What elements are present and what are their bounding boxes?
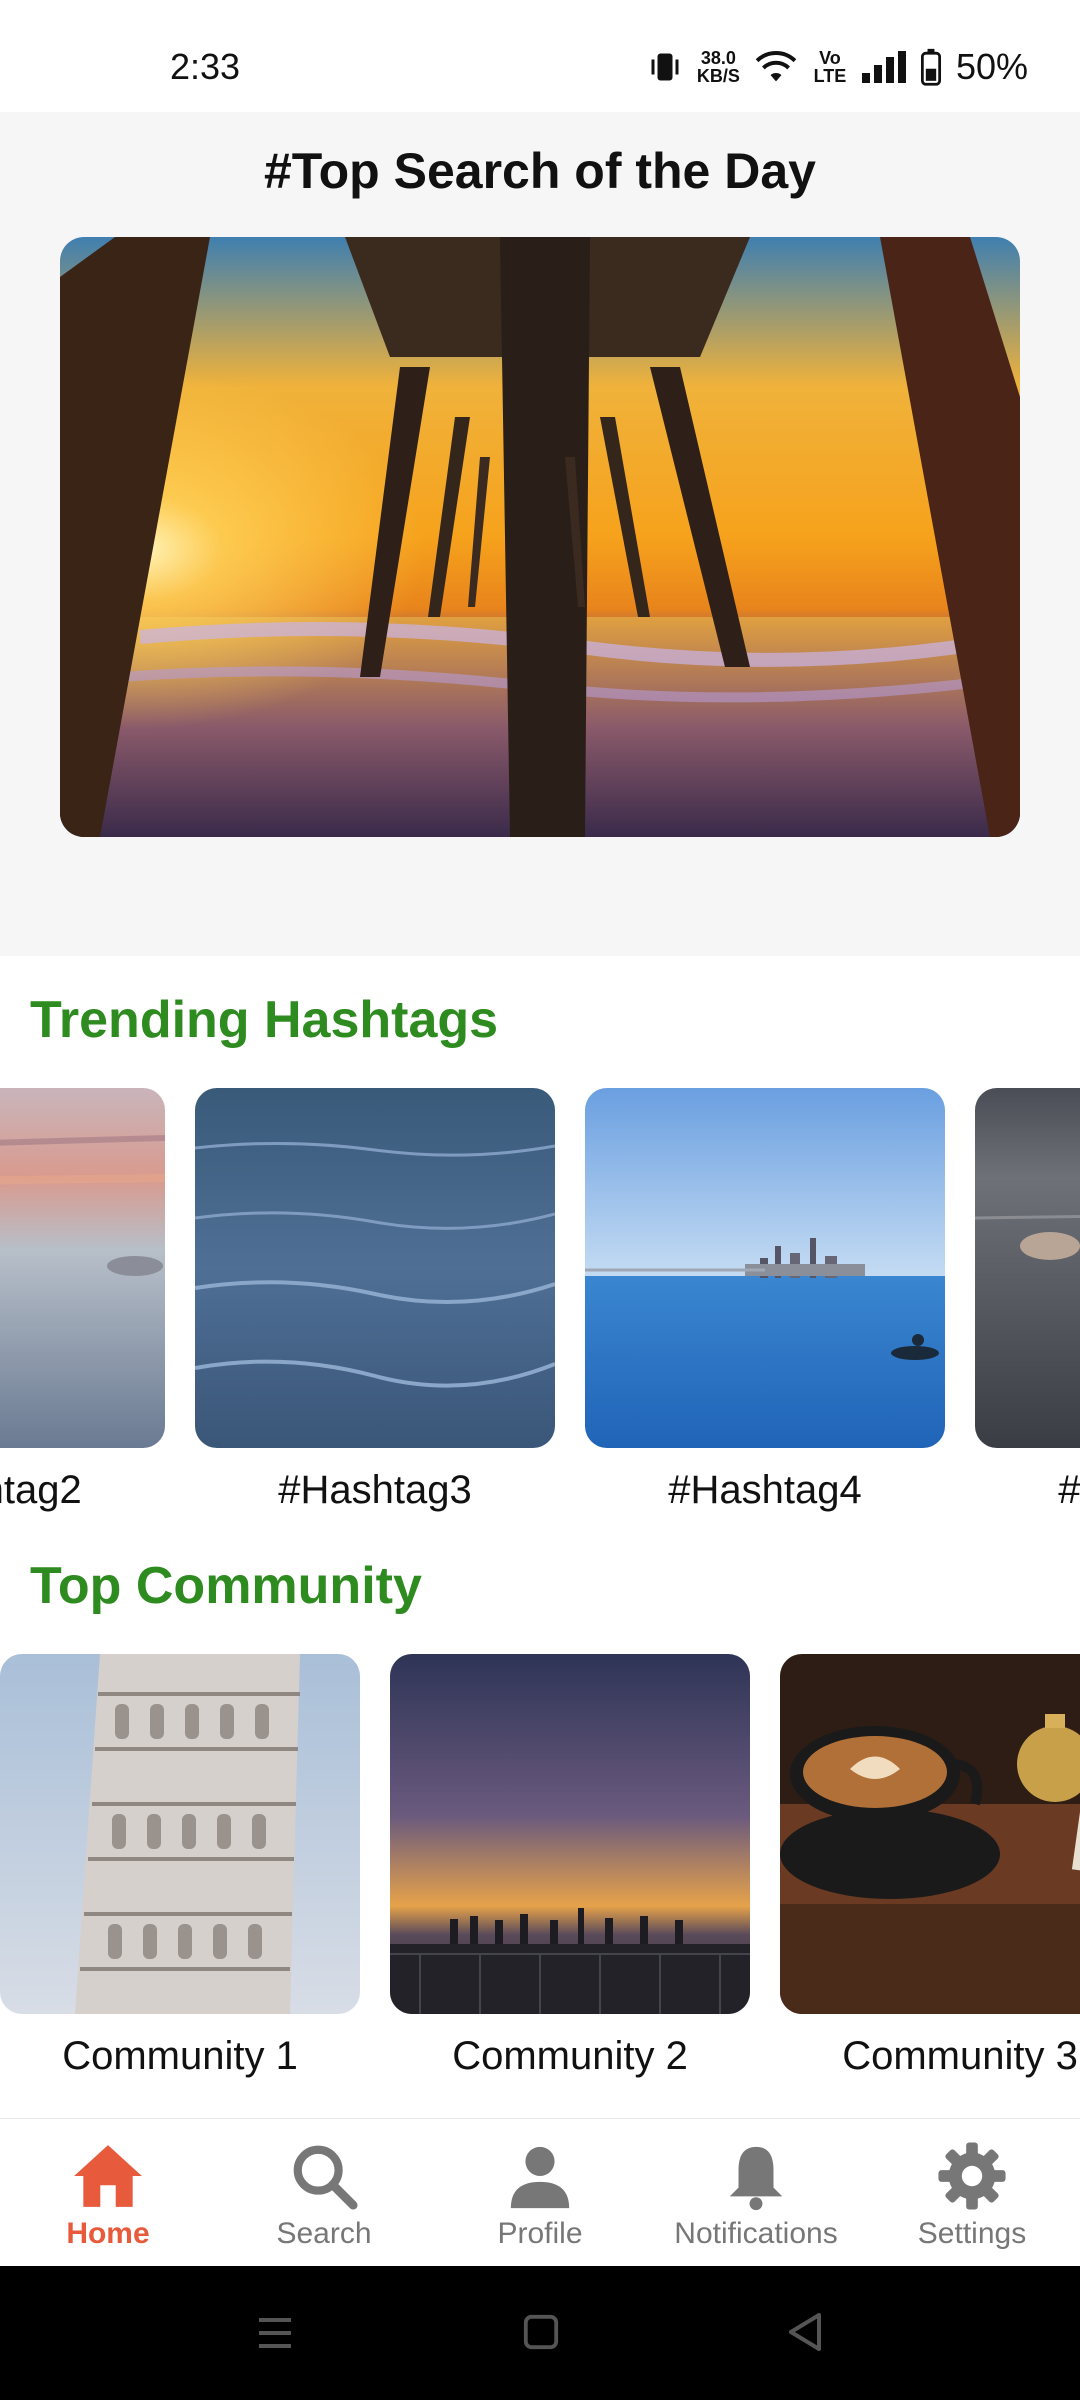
community-label: Community 2 bbox=[452, 2034, 688, 2078]
community-label: Community 3 bbox=[842, 2034, 1078, 2078]
back-icon[interactable] bbox=[785, 2311, 825, 2353]
gear-icon bbox=[938, 2142, 1006, 2210]
nav-profile[interactable]: Profile bbox=[432, 2119, 648, 2267]
battery-percent: 50% bbox=[955, 46, 1028, 87]
community-card[interactable]: Community 3 bbox=[780, 1654, 1080, 2079]
community-heading: Top Community bbox=[30, 1557, 422, 1615]
status-icons: 38.0 KB/S Vo LTE 50% bbox=[647, 46, 1028, 88]
profile-icon bbox=[510, 2146, 570, 2209]
trending-carousel[interactable]: #Hashtag2 #Hashtag3 #Hashtag4 #Hashtag5 bbox=[0, 1088, 1080, 1528]
status-time: 2:33 bbox=[170, 46, 241, 87]
nav-label: Home bbox=[66, 2217, 150, 2250]
nav-label: Notifications bbox=[674, 2217, 838, 2250]
home-square-icon[interactable] bbox=[522, 2313, 560, 2351]
nav-notifications[interactable]: Notifications bbox=[648, 2119, 864, 2267]
battery-icon bbox=[920, 48, 941, 86]
bottom-nav: Home Search Profile Notifications Settin… bbox=[0, 2118, 1080, 2267]
nav-label: Settings bbox=[917, 2217, 1027, 2250]
community-card[interactable]: Community 2 bbox=[390, 1654, 750, 2079]
status-bar: 2:33 38.0 KB/S Vo LTE 50% bbox=[0, 0, 1080, 112]
nav-label: Profile bbox=[497, 2217, 583, 2250]
home-icon bbox=[74, 2145, 142, 2207]
hashtag-card[interactable]: #Hashtag5 bbox=[975, 1088, 1080, 1513]
community-image bbox=[780, 1654, 1080, 2014]
top-search-section: #Top Search of the Day bbox=[0, 112, 1080, 956]
hashtag-label: #Hashtag5 bbox=[1058, 1468, 1080, 1512]
community-image bbox=[0, 1654, 360, 2014]
hashtag-image bbox=[585, 1088, 945, 1448]
hashtag-image bbox=[975, 1088, 1080, 1448]
wifi-icon bbox=[755, 51, 797, 82]
net-speed: 38.0 KB/S bbox=[696, 48, 740, 86]
community-image bbox=[390, 1654, 750, 2014]
volte-icon: Vo LTE bbox=[813, 48, 847, 86]
nav-search[interactable]: Search bbox=[216, 2119, 432, 2267]
nav-home[interactable]: Home bbox=[0, 2119, 216, 2267]
top-search-image[interactable] bbox=[60, 237, 1020, 837]
hashtag-label: #Hashtag4 bbox=[668, 1468, 862, 1512]
menu-icon[interactable] bbox=[255, 2314, 295, 2352]
bell-icon bbox=[729, 2146, 783, 2211]
community-card[interactable]: Community 1 bbox=[0, 1654, 360, 2079]
top-search-title: #Top Search of the Day bbox=[264, 143, 816, 199]
hashtag-card[interactable]: #Hashtag3 bbox=[195, 1088, 555, 1513]
search-icon bbox=[293, 2145, 358, 2210]
signal-icon bbox=[861, 51, 906, 83]
hashtag-label: #Hashtag2 bbox=[0, 1468, 82, 1512]
nav-label: Search bbox=[276, 2217, 372, 2250]
community-label: Community 1 bbox=[62, 2034, 298, 2078]
system-nav-bar bbox=[0, 2266, 1080, 2400]
nav-settings[interactable]: Settings bbox=[864, 2119, 1080, 2267]
trending-heading: Trending Hashtags bbox=[30, 991, 499, 1049]
hashtag-image bbox=[0, 1088, 165, 1448]
vibrate-icon bbox=[651, 53, 679, 81]
hashtag-image bbox=[195, 1088, 555, 1448]
hashtag-card[interactable]: #Hashtag4 bbox=[585, 1088, 945, 1513]
hashtag-card[interactable]: #Hashtag2 bbox=[0, 1088, 165, 1513]
community-carousel[interactable]: Community 1 Community 2 Community 3 bbox=[0, 1654, 1080, 2098]
hashtag-label: #Hashtag3 bbox=[278, 1468, 472, 1512]
